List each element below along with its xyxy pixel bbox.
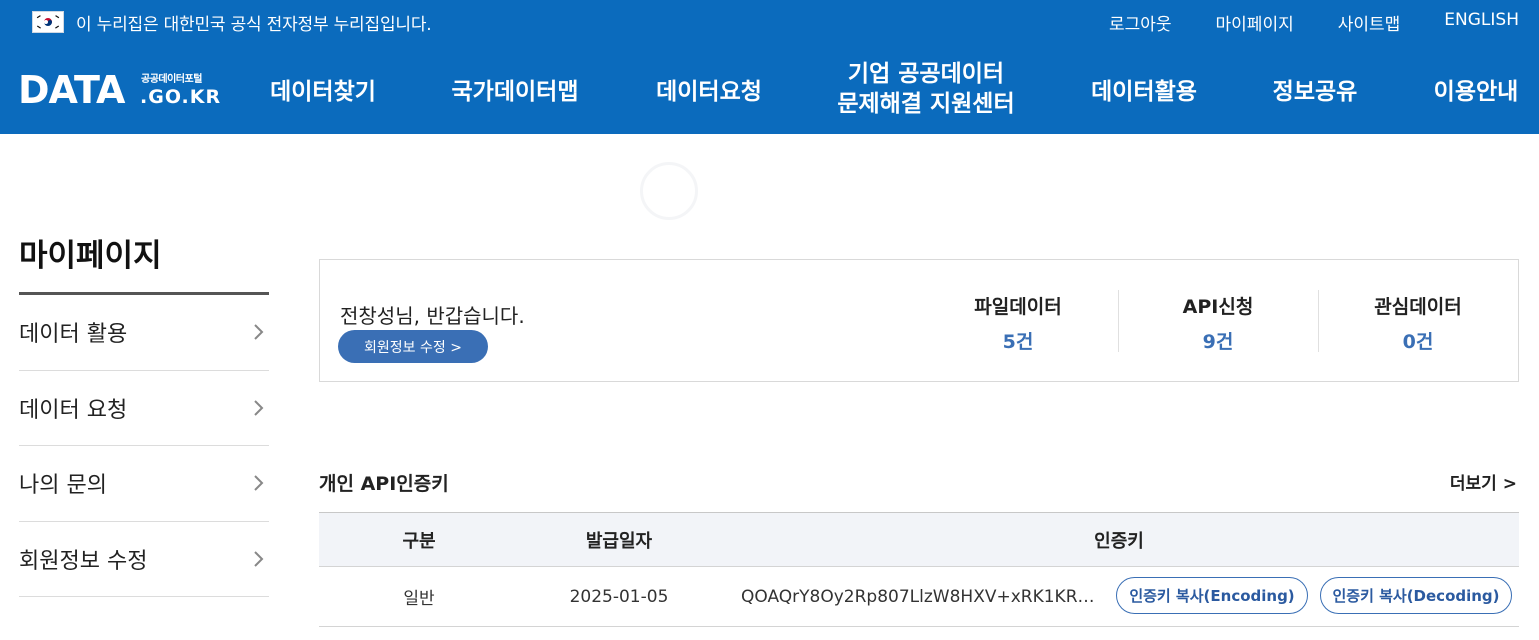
logout-link[interactable]: 로그아웃	[1109, 10, 1172, 35]
mypage-link[interactable]: 마이페이지	[1216, 10, 1294, 35]
nav-national-data-map[interactable]: 국가데이터맵	[440, 44, 590, 134]
sidebar-item-edit-profile[interactable]: 회원정보 수정	[19, 522, 269, 597]
gov-notice-text: 이 누리집은 대한민국 공식 전자정부 누리집입니다.	[76, 15, 432, 35]
stat-interest-data[interactable]: 관심데이터 0건	[1318, 290, 1518, 353]
nav-data-search[interactable]: 데이터찾기	[262, 44, 384, 134]
cell-auth-key: QOAQrY8Oy2Rp807LlzW8HXV+xRK1KRF36oLmg4N.…	[719, 566, 1519, 627]
sidebar-item-label: 회원정보 수정	[19, 548, 148, 574]
chevron-right-icon	[254, 399, 264, 416]
greeting-text: 전창성님, 반갑습니다.	[340, 304, 525, 328]
column-header-auth-key: 인증키	[719, 512, 1519, 567]
nav-data-utilization[interactable]: 데이터활용	[1080, 44, 1208, 134]
copy-key-encoding-button[interactable]: 인증키 복사(Encoding)	[1116, 577, 1308, 614]
api-key-table: 구분 발급일자 인증키 일반 2025-01-05 QOAQrY8Oy2Rp80…	[319, 512, 1519, 627]
sidebar-item-my-inquiry[interactable]: 나의 문의	[19, 446, 269, 522]
nav-data-request[interactable]: 데이터요청	[645, 44, 773, 134]
sidebar-menu: 데이터 활용 데이터 요청 나의 문의 회원정보 수정	[19, 295, 269, 597]
sidebar-item-label: 데이터 활용	[19, 322, 128, 348]
welcome-summary-box: 전창성님, 반갑습니다. 회원정보 수정 > 파일데이터 5건 API신청 9건…	[319, 259, 1519, 382]
stat-value: 0건	[1402, 331, 1434, 353]
english-link[interactable]: ENGLISH	[1444, 10, 1519, 35]
stat-api-request[interactable]: API신청 9건	[1118, 290, 1318, 353]
stat-value: 5건	[1002, 331, 1034, 353]
auth-key-value: QOAQrY8Oy2Rp807LlzW8HXV+xRK1KRF36oLmg4N.…	[741, 586, 1101, 607]
site-header: 이 누리집은 대한민국 공식 전자정부 누리집입니다. 로그아웃 마이페이지 사…	[0, 0, 1539, 134]
sidebar-item-label: 나의 문의	[19, 473, 107, 499]
sidebar-title: 마이페이지	[19, 238, 162, 274]
nav-guide[interactable]: 이용안내	[1422, 44, 1530, 134]
edit-profile-button[interactable]: 회원정보 수정 >	[338, 330, 488, 363]
nav-business-support-center[interactable]: 기업 공공데이터 문제해결 지원센터	[820, 44, 1032, 134]
stat-title: API신청	[1182, 296, 1254, 318]
chevron-right-icon	[254, 550, 264, 567]
gov-banner: 이 누리집은 대한민국 공식 전자정부 누리집입니다. 로그아웃 마이페이지 사…	[0, 0, 1539, 44]
more-link[interactable]: 더보기 >	[1450, 469, 1517, 494]
nav-info-share[interactable]: 정보공유	[1262, 44, 1368, 134]
cell-type: 일반	[319, 566, 519, 627]
stat-value: 9건	[1202, 331, 1234, 353]
table-row: 일반 2025-01-05 QOAQrY8Oy2Rp807LlzW8HXV+xR…	[319, 566, 1519, 627]
sitemap-link[interactable]: 사이트맵	[1338, 10, 1401, 35]
sidebar-item-label: 데이터 요청	[19, 397, 128, 423]
korea-flag-icon	[32, 11, 64, 33]
chevron-right-icon	[254, 324, 264, 340]
chevron-right-icon	[254, 475, 264, 491]
utility-links: 로그아웃 마이페이지 사이트맵 ENGLISH	[1109, 10, 1519, 35]
watermark-graphic	[640, 162, 698, 220]
sidebar-item-data-utilization[interactable]: 데이터 활용	[19, 295, 269, 371]
stat-title: 파일데이터	[974, 296, 1062, 318]
api-key-section-title: 개인 API인증키	[319, 473, 449, 495]
column-header-issue-date: 발급일자	[519, 512, 719, 567]
table-header-row: 구분 발급일자 인증키	[319, 512, 1519, 567]
copy-key-decoding-button[interactable]: 인증키 복사(Decoding)	[1320, 577, 1512, 614]
copy-button-group: 인증키 복사(Encoding) 인증키 복사(Decoding)	[1116, 577, 1512, 614]
main-nav: 데이터찾기 국가데이터맵 데이터요청 기업 공공데이터 문제해결 지원센터 데이…	[0, 44, 1539, 134]
stat-title: 관심데이터	[1374, 296, 1462, 318]
column-header-type: 구분	[319, 512, 519, 567]
cell-issue-date: 2025-01-05	[519, 566, 719, 627]
stat-file-data[interactable]: 파일데이터 5건	[918, 290, 1118, 353]
sidebar-item-data-request[interactable]: 데이터 요청	[19, 371, 269, 446]
